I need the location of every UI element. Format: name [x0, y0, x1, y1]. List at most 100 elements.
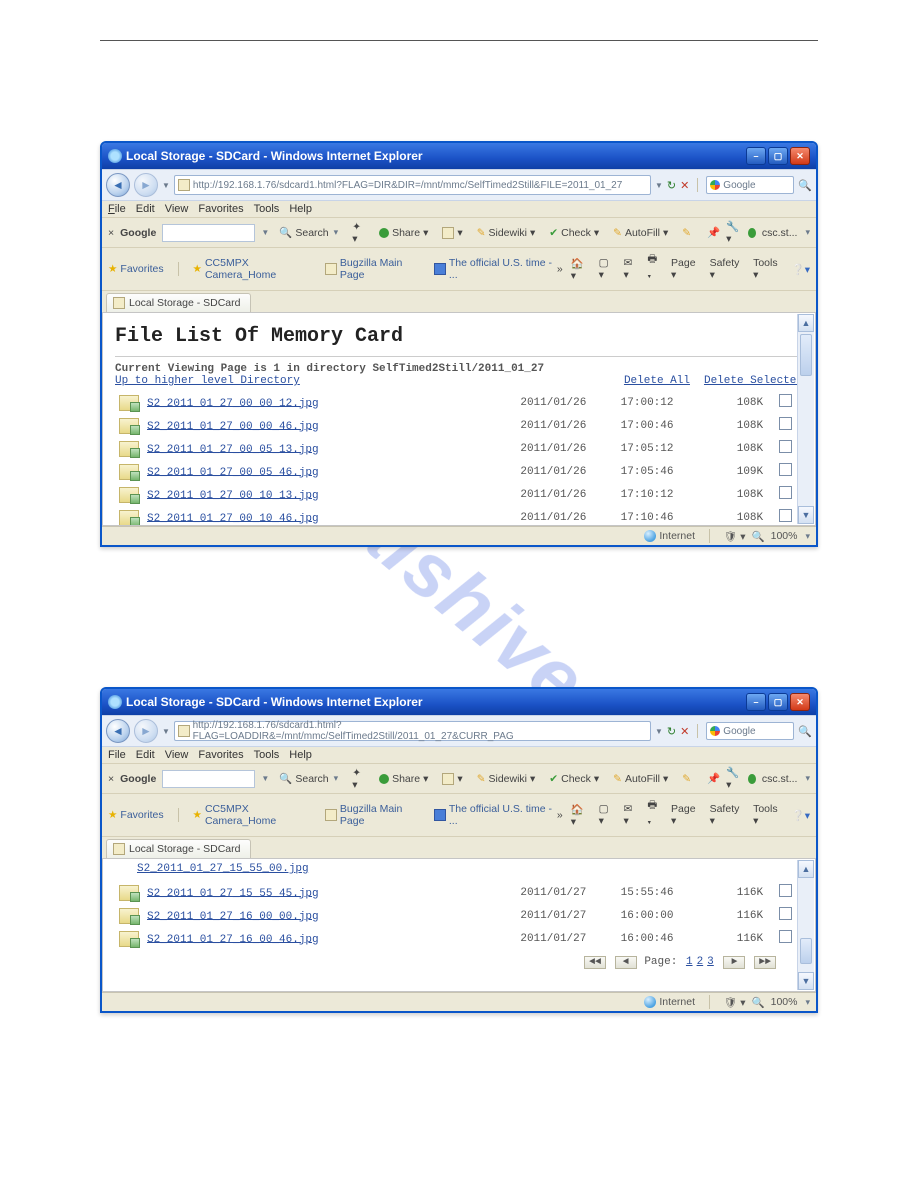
search-provider-input[interactable]: Google: [706, 722, 794, 740]
gtb-share[interactable]: Share ▾: [375, 227, 432, 239]
tab-active[interactable]: Local Storage - SDCard: [106, 293, 251, 312]
select-checkbox[interactable]: [779, 440, 792, 453]
gtb-autofill[interactable]: ✎AutoFill ▾: [609, 227, 672, 239]
favorites-button[interactable]: ★Favorites: [108, 809, 164, 821]
menu-help[interactable]: Help: [289, 203, 312, 215]
stop-button[interactable]: ✕: [680, 725, 689, 738]
gtb-search-input[interactable]: [162, 770, 255, 788]
url-dropdown[interactable]: ▼: [655, 181, 663, 190]
gtb-wrench-icon[interactable]: 🔧 ▾: [726, 766, 742, 791]
cmd-help[interactable]: ❔▾: [792, 809, 810, 822]
menu-tools[interactable]: Tools: [254, 749, 280, 761]
url-input[interactable]: http://192.168.1.76/sdcard1.html?FLAG=LO…: [174, 721, 651, 741]
gtb-ext[interactable]: csc.st...: [762, 773, 798, 785]
pager-first[interactable]: ◄◄: [584, 956, 606, 969]
cmd-safety[interactable]: Safety ▾: [710, 257, 745, 281]
favlink-home[interactable]: ★CC5MPX Camera_Home: [193, 257, 316, 281]
file-link[interactable]: S2_2011_01_27_15_55_45.jpg: [147, 887, 319, 899]
refresh-button[interactable]: ↻: [667, 179, 676, 192]
gtb-search-input[interactable]: [162, 224, 255, 242]
pager-page-1[interactable]: 1: [686, 956, 693, 968]
close-button[interactable]: ✕: [790, 693, 810, 711]
cmd-page[interactable]: Page ▾: [671, 257, 702, 281]
close-button[interactable]: ✕: [790, 147, 810, 165]
minimize-button[interactable]: –: [746, 693, 766, 711]
select-checkbox[interactable]: [779, 486, 792, 499]
refresh-button[interactable]: ↻: [667, 725, 676, 738]
gtb-bookmark[interactable]: ▾: [438, 773, 466, 785]
menu-edit[interactable]: Edit: [136, 203, 155, 215]
select-checkbox[interactable]: [779, 884, 792, 897]
menu-view[interactable]: View: [165, 749, 189, 761]
cmd-home[interactable]: 🏠 ▾: [571, 803, 591, 828]
select-checkbox[interactable]: [779, 509, 792, 522]
cmd-print[interactable]: 🖶 ▾: [647, 251, 663, 287]
file-link[interactable]: S2_2011_01_27_00_10_46.jpg: [147, 512, 319, 524]
gtb-bookmark[interactable]: ▾: [438, 227, 466, 239]
maximize-button[interactable]: ▢: [768, 147, 788, 165]
file-link-top[interactable]: S2_2011_01_27_15_55_00.jpg: [137, 863, 309, 875]
tab-active[interactable]: Local Storage - SDCard: [106, 839, 251, 858]
pager-page-3[interactable]: 3: [707, 956, 714, 968]
gtb-share[interactable]: Share ▾: [375, 773, 432, 785]
select-checkbox[interactable]: [779, 417, 792, 430]
gtb-close[interactable]: ×: [108, 773, 114, 785]
gtb-search-button[interactable]: 🔍Search ▾: [275, 226, 342, 239]
pager-next[interactable]: ►: [723, 956, 745, 969]
select-checkbox[interactable]: [779, 394, 792, 407]
maximize-button[interactable]: ▢: [768, 693, 788, 711]
file-link[interactable]: S2_2011_01_27_00_05_13.jpg: [147, 443, 319, 455]
cmd-tools[interactable]: Tools ▾: [753, 257, 784, 281]
zoom-icon[interactable]: 🔍: [752, 996, 765, 1009]
cmd-help[interactable]: ❔▾: [792, 263, 810, 276]
forward-button[interactable]: ►: [134, 719, 158, 743]
favlink-bugzilla[interactable]: Bugzilla Main Page: [325, 257, 424, 281]
gtb-sidewiki[interactable]: ✎Sidewiki ▾: [473, 773, 540, 785]
menu-view[interactable]: View: [165, 203, 189, 215]
nav-dropdown[interactable]: ▼: [162, 727, 170, 736]
favlink-home[interactable]: ★CC5MPX Camera_Home: [193, 803, 316, 827]
file-link[interactable]: S2_2011_01_27_00_00_12.jpg: [147, 397, 319, 409]
menu-file[interactable]: File: [108, 203, 126, 215]
menu-favorites[interactable]: Favorites: [198, 749, 243, 761]
scroll-down-icon[interactable]: ▼: [798, 506, 814, 524]
delete-all-link[interactable]: Delete All: [624, 375, 690, 387]
back-button[interactable]: ◄: [106, 719, 130, 743]
cmd-tools[interactable]: Tools ▾: [753, 803, 784, 827]
stop-button[interactable]: ✕: [680, 179, 689, 192]
scroll-up-icon[interactable]: ▲: [798, 314, 814, 332]
pager-last[interactable]: ►►: [754, 956, 776, 969]
select-checkbox[interactable]: [779, 907, 792, 920]
file-link[interactable]: S2_2011_01_27_00_10_13.jpg: [147, 489, 319, 501]
select-checkbox[interactable]: [779, 930, 792, 943]
gtb-highlight[interactable]: ✎: [678, 227, 695, 239]
scrollbar[interactable]: ▲ ▼: [797, 314, 814, 524]
file-link[interactable]: S2_2011_01_27_00_05_46.jpg: [147, 466, 319, 478]
cmd-home[interactable]: 🏠 ▾: [571, 257, 591, 282]
menu-file[interactable]: File: [108, 749, 126, 761]
file-link[interactable]: S2_2011_01_27_16_00_00.jpg: [147, 910, 319, 922]
favlink-time[interactable]: The official U.S. time - ...: [434, 803, 556, 827]
pager-page-2[interactable]: 2: [697, 956, 704, 968]
menu-favorites[interactable]: Favorites: [198, 203, 243, 215]
cmd-feeds[interactable]: ▢ ▾: [599, 803, 616, 827]
favlink-time[interactable]: The official U.S. time - ...: [434, 257, 556, 281]
favorites-button[interactable]: ★Favorites: [108, 263, 164, 275]
gtb-search-button[interactable]: 🔍Search ▾: [275, 772, 342, 785]
gtb-pin-icon[interactable]: 📌: [707, 226, 720, 239]
menu-edit[interactable]: Edit: [136, 749, 155, 761]
nav-dropdown[interactable]: ▼: [162, 181, 170, 190]
menu-help[interactable]: Help: [289, 749, 312, 761]
scroll-up-icon[interactable]: ▲: [798, 860, 814, 878]
scroll-thumb[interactable]: [800, 938, 812, 964]
gtb-ext[interactable]: csc.st...: [762, 227, 798, 239]
gtb-sidewiki[interactable]: ✎Sidewiki ▾: [473, 227, 540, 239]
gtb-wrench-icon[interactable]: 🔧 ▾: [726, 220, 742, 245]
scroll-down-icon[interactable]: ▼: [798, 972, 814, 990]
cmd-page[interactable]: Page ▾: [671, 803, 702, 827]
cmd-mail[interactable]: ✉ ▾: [624, 803, 640, 827]
cmd-safety[interactable]: Safety ▾: [710, 803, 745, 827]
search-go-button[interactable]: 🔍: [798, 179, 812, 192]
cmd-feeds[interactable]: ▢ ▾: [599, 257, 616, 281]
cmd-mail[interactable]: ✉ ▾: [624, 257, 640, 281]
